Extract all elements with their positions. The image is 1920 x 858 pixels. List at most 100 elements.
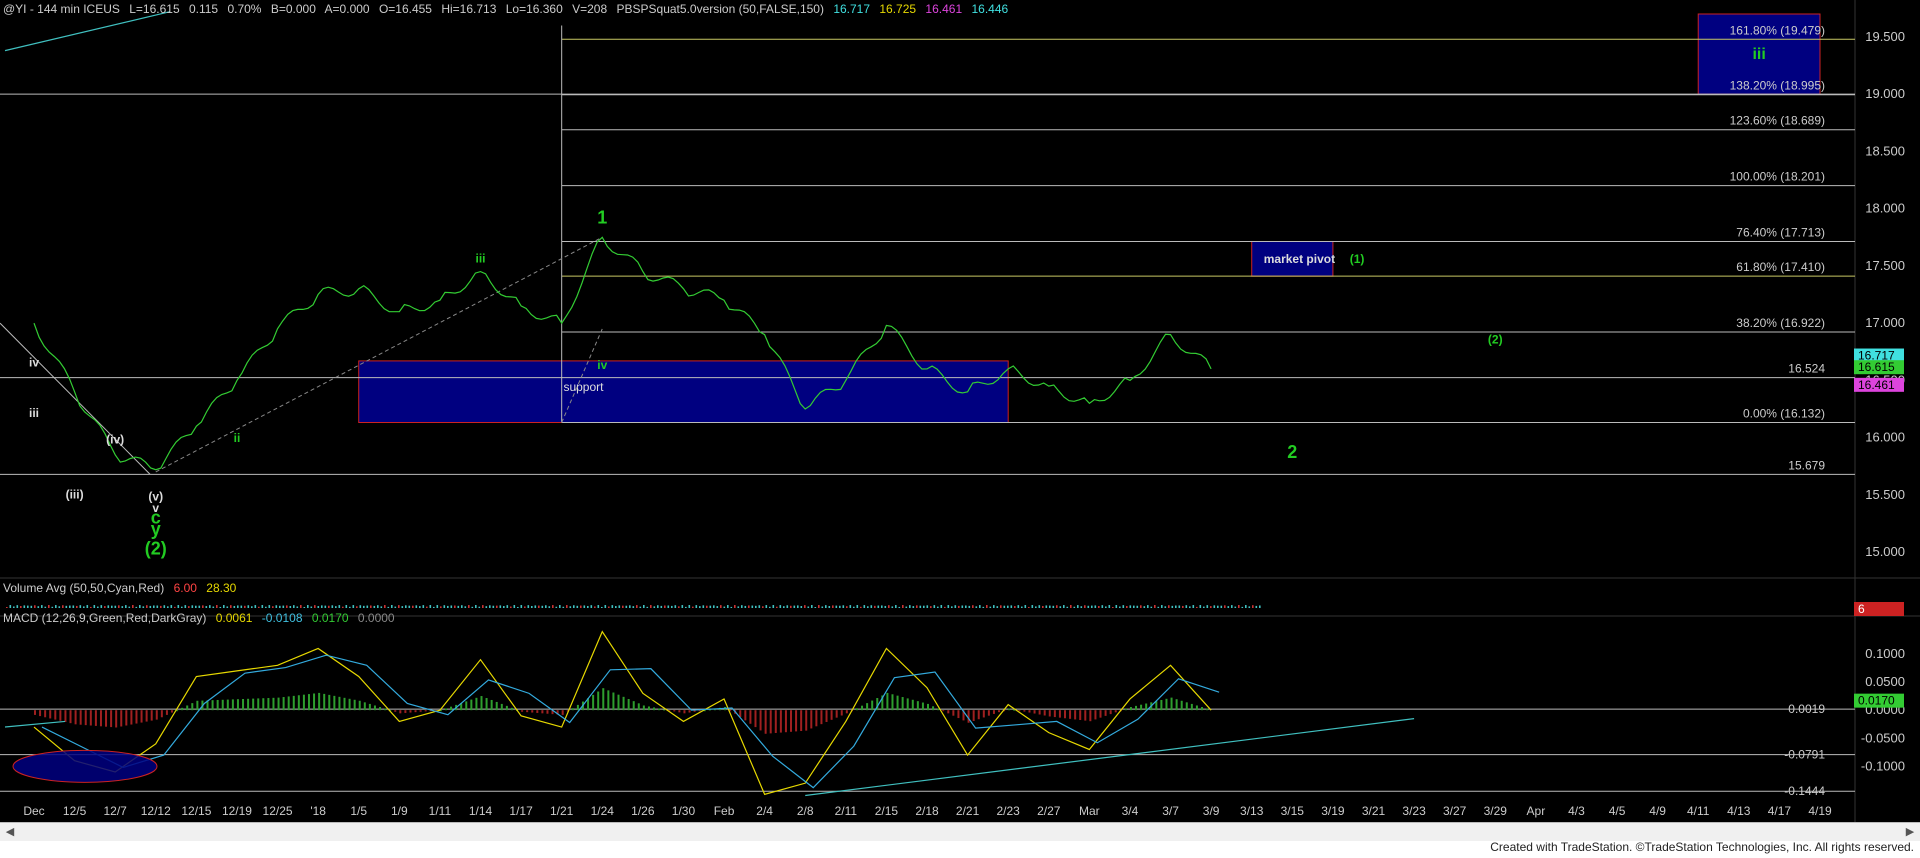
volume-bar (125, 605, 127, 608)
macd-histogram-bar (764, 710, 767, 734)
macd-histogram-bar (323, 693, 326, 711)
x-axis-tick: 3/27 (1443, 804, 1467, 818)
macd-histogram-bar (373, 705, 376, 711)
volume-bar (597, 605, 600, 608)
volume-bar (1224, 605, 1226, 608)
macd-histogram-bar (302, 694, 305, 711)
macd-histogram-bar (866, 703, 869, 711)
volume-bar (118, 605, 120, 608)
volume-bar (188, 606, 190, 608)
volume-bar (1119, 606, 1121, 608)
volume-v1: 6.00 (173, 581, 197, 595)
volume-bar (412, 605, 414, 608)
volume-bar (499, 605, 502, 608)
volume-bar (811, 605, 813, 608)
volume-bar (954, 605, 957, 608)
x-axis-tick: 1/17 (509, 804, 533, 818)
volume-bar (727, 605, 729, 608)
macd-histogram-bar (1200, 707, 1203, 711)
volume-bar (611, 605, 614, 608)
scroll-right-icon[interactable]: ▶ (1902, 823, 1918, 841)
volume-bar (44, 606, 47, 608)
volume-bar (275, 605, 278, 608)
macd-histogram-bar (358, 700, 361, 711)
macd-histogram-bar (282, 697, 285, 711)
macd-histogram-bar (181, 707, 184, 711)
macd-histogram-bar (855, 708, 858, 711)
volume-bar (6, 607, 8, 608)
volume-bar (174, 606, 176, 608)
volume-bar (968, 605, 971, 608)
x-axis-tick: 12/5 (63, 804, 87, 818)
scroll-left-icon[interactable]: ◀ (2, 823, 18, 841)
horizontal-scrollbar[interactable]: ◀ ▶ (0, 822, 1920, 842)
macd-histogram-bar (216, 699, 219, 711)
volume-bar (48, 605, 50, 608)
macd-histogram-bar (74, 710, 77, 725)
macd-histogram-bar (1043, 710, 1046, 716)
volume-bar (1161, 605, 1163, 608)
volume-bar (842, 605, 845, 608)
volume-bar (905, 606, 908, 608)
volume-bar (513, 605, 516, 608)
zone-box (358, 360, 1009, 423)
volume-bar (349, 606, 351, 608)
macd-histogram-bar (1145, 703, 1148, 711)
volume-bar (1245, 605, 1247, 608)
volume-bar (839, 605, 841, 608)
volume-bar (881, 605, 883, 608)
volume-bar (1189, 606, 1191, 608)
x-axis-tick: 12/7 (104, 804, 128, 818)
volume-label: Volume Avg (50,50,Cyan,Red) (3, 581, 165, 595)
macd-histogram-bar (957, 710, 960, 719)
volume-bar (9, 605, 12, 608)
volume-bar (506, 605, 509, 608)
wave-label: (2) (145, 538, 167, 558)
macd-histogram-bar (642, 705, 645, 711)
volume-bar (695, 605, 698, 608)
volume-bar (972, 605, 974, 608)
x-axis-tick: 1/30 (672, 804, 696, 818)
macd-axis-tick: -0.0500 (1861, 730, 1905, 745)
macd-histogram-bar (1170, 697, 1173, 711)
volume-bar (282, 605, 285, 608)
volume-bar (702, 605, 705, 608)
volume-bar (317, 606, 320, 608)
volume-bar (377, 605, 379, 608)
volume-bar (55, 605, 57, 608)
volume-bar (394, 606, 397, 608)
macd-histogram-bar (1160, 699, 1163, 711)
macd-histogram-bar (911, 699, 914, 711)
volume-bar (1014, 606, 1016, 608)
volume-bar (678, 606, 680, 608)
volume-bar (149, 605, 152, 608)
macd-histogram-bar (79, 710, 82, 725)
macd-histogram-bar (49, 710, 52, 719)
macd-histogram-bar (754, 710, 757, 728)
macd-histogram-bar (490, 699, 493, 711)
x-axis-tick: 12/12 (141, 804, 171, 818)
x-axis-tick: 4/13 (1727, 804, 1751, 818)
volume-bar (1024, 605, 1027, 608)
macd-level-label: -0.0791 (1784, 748, 1825, 762)
volume-bar (1000, 605, 1002, 608)
volume-bar (982, 606, 985, 608)
volume-bar (1196, 606, 1198, 608)
volume-bar (1021, 606, 1023, 608)
macd-histogram-bar (419, 710, 422, 712)
box-wave-label: iii (1752, 46, 1765, 63)
macd-histogram-bar (607, 690, 610, 711)
macd-histogram-bar (480, 696, 483, 711)
macd-histogram-bar (805, 710, 808, 731)
macd-histogram-bar (916, 701, 919, 711)
macd-histogram-bar (820, 710, 823, 725)
macd-histogram-bar (510, 707, 513, 711)
volume-bar (618, 605, 621, 608)
macd-histogram-bar (617, 694, 620, 711)
macd-highlight-ellipse (12, 749, 158, 783)
volume-bar (856, 605, 859, 608)
volume-bar (755, 605, 757, 608)
volume-bar (226, 606, 229, 608)
macd-histogram-bar (495, 701, 498, 711)
volume-bar (541, 605, 544, 608)
